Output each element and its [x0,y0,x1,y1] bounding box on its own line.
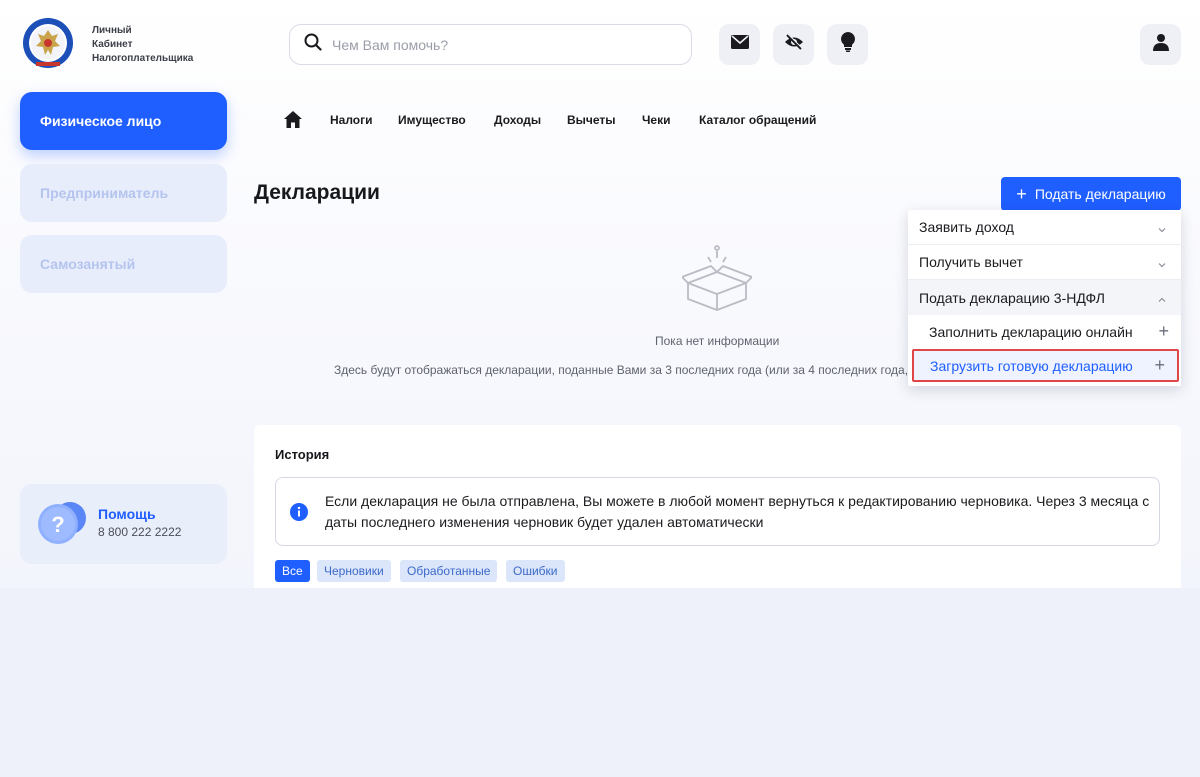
sidebar-item-label: Самозанятый [40,256,136,272]
home-icon[interactable] [283,110,303,130]
sidebar-item-label: Предприниматель [40,185,169,201]
plus-icon: + [1016,184,1027,204]
profile-button[interactable] [1140,24,1181,65]
help-phone[interactable]: 8 800 222 2222 [98,525,181,539]
tips-button[interactable] [827,24,868,65]
help-question-icon: ? [34,498,94,548]
visibility-toggle-button[interactable] [773,24,814,65]
brand-title: Личный Кабинет Налогоплательщика [92,25,194,64]
messages-button[interactable] [719,24,760,65]
filter-processed[interactable]: Обработанные [400,560,498,582]
menu-item-label: Заявить доход [919,219,1014,235]
menu-item-upload-ready[interactable]: Загрузить готовую декларацию + [912,349,1179,382]
chevron-down-icon [1157,257,1167,268]
search-icon [304,33,322,56]
info-text: Если декларация не была отправлена, Вы м… [325,493,1150,530]
help-card[interactable]: ? Помощь 8 800 222 2222 [20,484,227,564]
search-placeholder: Чем Вам помочь? [332,36,449,53]
declaration-dropdown-menu: Заявить доход Получить вычет Подать декл… [908,210,1181,386]
submit-declaration-button[interactable]: + Подать декларацию [1001,177,1181,211]
fns-logo[interactable] [22,16,74,70]
menu-item-submit-3ndfl[interactable]: Подать декларацию 3-НДФЛ [908,280,1181,315]
empty-state-description: Здесь будут отображаться декларации, под… [334,363,909,377]
menu-item-fill-online[interactable]: Заполнить декларацию онлайн + [908,314,1181,349]
lightbulb-icon [840,32,855,57]
filter-all[interactable]: Все [275,560,310,582]
plus-icon: + [1158,321,1169,341]
menu-item-label: Загрузить готовую декларацию [930,357,1133,374]
chevron-up-icon [1157,292,1167,302]
nav-requests-catalog[interactable]: Каталог обращений [699,113,816,127]
sidebar-item-label: Физическое лицо [40,113,162,129]
search-input[interactable]: Чем Вам помочь? [289,24,692,65]
svg-text:?: ? [51,512,64,537]
help-title[interactable]: Помощь [98,506,156,522]
menu-item-label: Заполнить декларацию онлайн [929,323,1133,340]
nav-taxes[interactable]: Налоги [330,113,373,127]
filter-drafts[interactable]: Черновики [317,560,391,582]
menu-item-get-deduction[interactable]: Получить вычет [908,245,1181,280]
empty-state-title: Пока нет информации [655,334,780,348]
empty-box-icon [681,245,753,315]
sidebar-item-individual[interactable]: Физическое лицо [20,92,227,150]
filter-errors[interactable]: Ошибки [506,560,565,582]
chevron-down-icon [1157,222,1167,233]
sidebar-item-self-employed[interactable]: Самозанятый [20,235,227,293]
menu-item-declare-income[interactable]: Заявить доход [908,210,1181,245]
info-icon [290,503,308,521]
nav-deductions[interactable]: Вычеты [567,113,616,127]
nav-income[interactable]: Доходы [494,113,541,127]
info-notice: Если декларация не была отправлена, Вы м… [275,477,1160,546]
nav-property[interactable]: Имущество [398,113,466,127]
menu-item-label: Подать декларацию 3-НДФЛ [919,289,1105,306]
history-card: История Если декларация не была отправле… [254,425,1181,588]
mail-icon [730,35,749,54]
submit-declaration-label: Подать декларацию [1034,186,1166,202]
menu-item-label: Получить вычет [919,254,1023,270]
sidebar-item-entrepreneur[interactable]: Предприниматель [20,164,227,222]
page-title: Декларации [254,181,380,204]
eye-off-icon [784,33,804,55]
nav-receipts[interactable]: Чеки [642,113,671,127]
user-icon [1152,33,1170,56]
history-title: История [275,447,330,462]
plus-icon: + [1154,355,1165,375]
